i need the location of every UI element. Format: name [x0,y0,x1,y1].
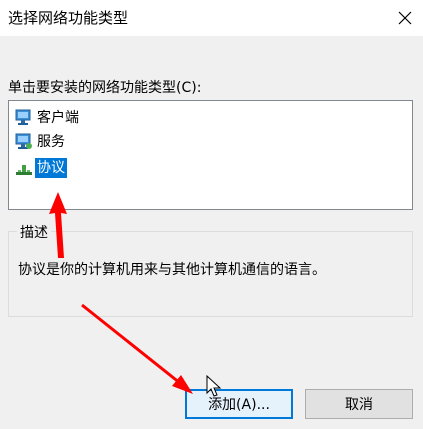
list-item-label: 协议 [35,158,67,178]
close-button[interactable] [387,0,423,36]
add-button[interactable]: 添加(A)... [185,389,293,419]
protocol-icon [15,159,33,177]
list-item-protocol[interactable]: 协议 [15,157,67,179]
list-item-label: 客户端 [37,110,79,126]
mouse-cursor-icon [206,375,222,397]
list-item-client[interactable]: 客户端 [15,107,81,129]
component-type-listbox[interactable]: 客户端 服务 协议 [8,100,413,210]
network-service-icon [15,133,33,151]
description-legend: 描述 [17,222,51,242]
dialog-title: 选择网络功能类型 [8,9,129,27]
list-item-label: 服务 [37,134,65,150]
cancel-button[interactable]: 取消 [305,389,413,419]
title-bar: 选择网络功能类型 [0,0,423,36]
annotation-overlay [49,192,193,394]
description-text: 协议是你的计算机用来与其他计算机通信的语言。 [18,262,326,278]
network-computer-icon [15,109,33,127]
red-arrow-diagonal [81,303,193,394]
list-item-service[interactable]: 服务 [15,131,67,153]
close-icon [398,11,412,25]
list-prompt-label: 单击要安装的网络功能类型(C): [8,80,202,96]
